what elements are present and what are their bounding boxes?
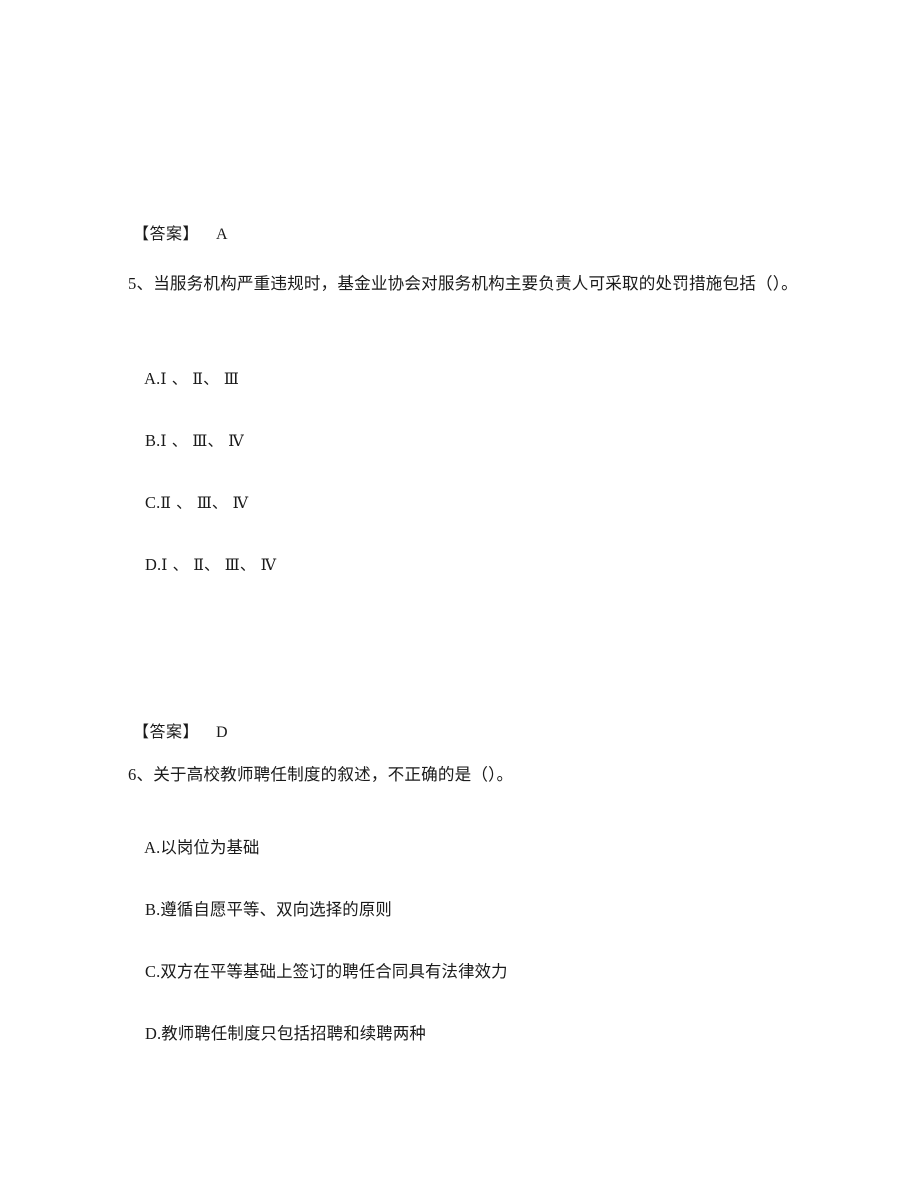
option-text: Ⅰ 、 Ⅱ、 Ⅲ — [160, 370, 239, 389]
answer-block-q5: 【答案】 D — [133, 724, 228, 741]
option-letter: D. — [145, 1024, 162, 1044]
question-6-option-d[interactable]: D.教师聘任制度只包括招聘和续聘两种 — [128, 1010, 426, 1059]
document-page: 【答案】 A 5、当服务机构严重违规时，基金业协会对服务机构主要负责人可采取的处… — [0, 0, 920, 1191]
option-text: 双方在平等基础上签订的聘任合同具有法律效力 — [160, 962, 508, 982]
question-5-option-d[interactable]: D.Ⅰ 、 Ⅱ、 Ⅲ、 Ⅳ — [128, 541, 276, 590]
option-letter: A. — [144, 838, 161, 858]
option-letter: B. — [145, 431, 161, 451]
question-6-stem: 6、关于高校教师聘任制度的叙述，不正确的是（）。 — [128, 765, 514, 784]
option-text: Ⅱ 、 Ⅲ、 Ⅳ — [160, 494, 249, 513]
question-5-option-b[interactable]: B.Ⅰ 、 Ⅲ、 Ⅳ — [128, 417, 244, 466]
answer-value: A — [216, 226, 228, 243]
question-5-option-a[interactable]: A.Ⅰ 、 Ⅱ、 Ⅲ — [128, 355, 239, 404]
option-text: 教师聘任制度只包括招聘和续聘两种 — [161, 1024, 426, 1044]
option-text: 以岗位为基础 — [160, 838, 260, 858]
option-text: Ⅰ 、 Ⅱ、 Ⅲ、 Ⅳ — [161, 556, 277, 575]
option-text: Ⅰ 、 Ⅲ、 Ⅳ — [160, 432, 244, 451]
answer-block-q4: 【答案】 A — [133, 226, 228, 243]
answer-label: 【答案】 — [133, 722, 200, 741]
answer-label: 【答案】 — [133, 224, 200, 243]
question-6-option-c[interactable]: C.双方在平等基础上签订的聘任合同具有法律效力 — [128, 948, 508, 997]
question-6-option-a[interactable]: A.以岗位为基础 — [128, 824, 260, 873]
option-text: 遵循自愿平等、双向选择的原则 — [160, 900, 392, 920]
option-letter: C. — [145, 493, 161, 513]
question-5-option-c[interactable]: C.Ⅱ 、 Ⅲ、 Ⅳ — [128, 479, 248, 528]
option-letter: A. — [144, 369, 161, 389]
option-letter: B. — [145, 900, 161, 920]
question-6-option-b[interactable]: B.遵循自愿平等、双向选择的原则 — [128, 886, 392, 935]
option-letter: C. — [145, 962, 161, 982]
option-letter: D. — [145, 555, 162, 575]
question-5-stem: 5、当服务机构严重违规时，基金业协会对服务机构主要负责人可采取的处罚措施包括（）… — [128, 274, 798, 293]
answer-value: D — [216, 724, 228, 741]
